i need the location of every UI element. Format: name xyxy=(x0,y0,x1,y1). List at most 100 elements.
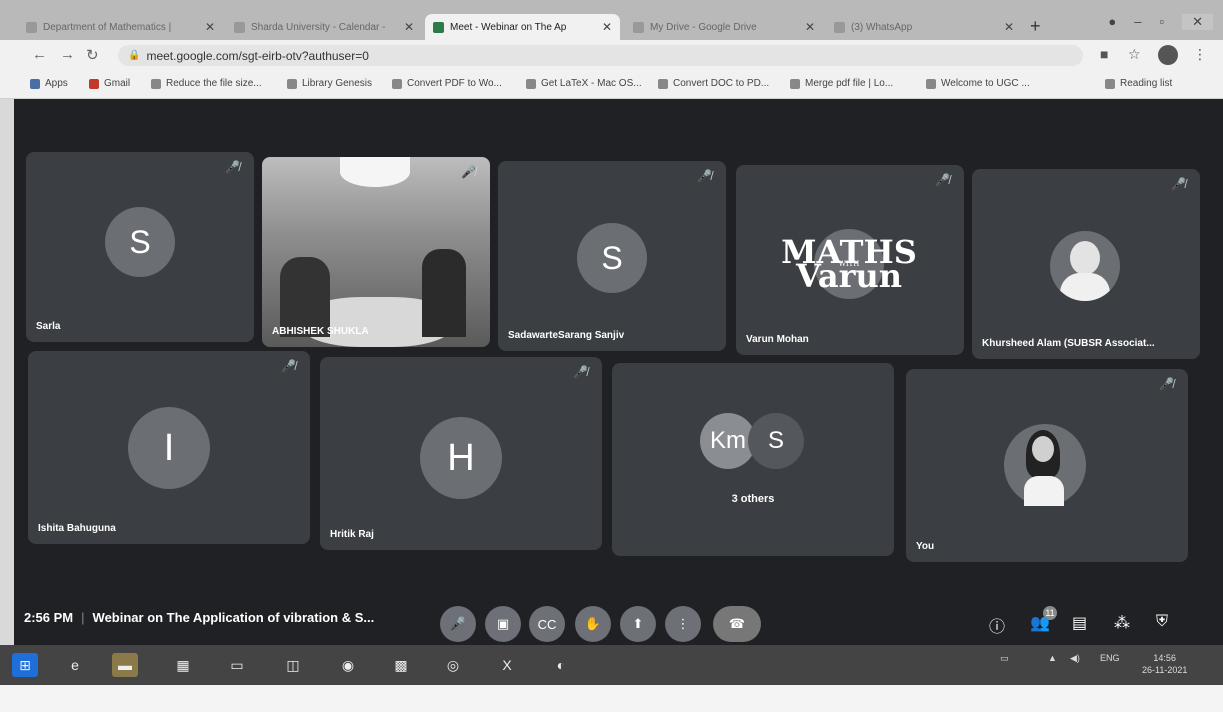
new-tab-button[interactable]: + xyxy=(1030,16,1041,37)
close-icon[interactable]: ✕ xyxy=(205,20,215,34)
activities-icon[interactable]: ⁂ xyxy=(1114,613,1130,633)
tray-keyboard-icon[interactable]: ▭ xyxy=(1000,653,1009,664)
participant-name: You xyxy=(916,541,935,552)
close-icon[interactable]: ✕ xyxy=(1004,20,1014,34)
taskbar-clock[interactable]: 14:56 26-11-2021 xyxy=(1142,652,1187,676)
address-bar[interactable]: 🔒 meet.google.com/sgt-eirb-otv?authuser=… xyxy=(118,45,1083,66)
reading-list-icon xyxy=(1105,78,1115,89)
tab-title: My Drive - Google Drive xyxy=(650,21,757,33)
bookmark-merge-pdf[interactable]: Merge pdf file | Lo... xyxy=(790,78,893,89)
window-close-icon[interactable]: ✕ xyxy=(1182,14,1213,30)
reload-icon[interactable]: ↻ xyxy=(86,46,99,64)
bookmark-label: Get LaTeX - Mac OS... xyxy=(541,78,642,89)
participant-tile[interactable]: 🎤̸ S Sarla xyxy=(26,152,254,342)
self-photo xyxy=(1004,424,1086,506)
chrome-icon[interactable]: ◎ xyxy=(440,653,466,677)
participant-tile[interactable]: 🎤̸ S SadawarteSarang Sanjiv xyxy=(498,161,726,351)
bookmark-icon xyxy=(526,78,536,89)
maximize-icon[interactable]: ▫ xyxy=(1159,14,1164,30)
tray-network-icon[interactable]: ▲ xyxy=(1048,653,1057,663)
lock-icon: 🔒 xyxy=(128,50,141,61)
captions-button[interactable]: CC xyxy=(529,606,565,642)
avatar: H xyxy=(420,417,502,499)
leave-call-button[interactable]: ☎ xyxy=(713,606,761,642)
raise-hand-button[interactable]: ✋ xyxy=(575,606,611,642)
profile-avatar[interactable] xyxy=(1158,45,1178,65)
internet-explorer-icon[interactable]: e xyxy=(62,653,88,677)
mic-off-icon: 🎤̸ xyxy=(573,365,588,379)
windows-start-icon[interactable]: ⊞ xyxy=(12,653,38,677)
participant-tile[interactable]: 🎤̸ I Ishita Bahuguna xyxy=(28,351,310,544)
maths-with-varun-logo: MATHS WITH Varun xyxy=(781,229,917,299)
bookmark-label: Convert DOC to PD... xyxy=(673,78,770,89)
bookmark-reading-list[interactable]: Reading list xyxy=(1105,78,1172,89)
people-icon[interactable]: 👥 xyxy=(1030,613,1050,633)
bookmark-convert-doc[interactable]: Convert DOC to PD... xyxy=(658,78,769,89)
participant-tile-video[interactable]: 🎤̸ ABHISHEK SHUKLA xyxy=(262,157,490,347)
video-person xyxy=(280,257,330,337)
more-options-button[interactable]: ⋮ xyxy=(665,606,701,642)
bookmark-icon xyxy=(392,78,402,89)
bookmark-gmail[interactable]: Gmail xyxy=(89,78,130,89)
mic-toggle-button[interactable]: 🎤 xyxy=(440,606,476,642)
logo-text: Varun xyxy=(796,257,903,295)
tab-whatsapp[interactable]: (3) WhatsApp ✕ xyxy=(826,14,1022,40)
participant-tile[interactable]: 🎤̸ H Hritik Raj xyxy=(320,357,602,550)
close-icon[interactable]: ✕ xyxy=(602,20,612,34)
bookmark-icon xyxy=(658,78,668,89)
tab-google-drive[interactable]: My Drive - Google Drive ✕ xyxy=(625,14,823,40)
tab-sharda-calendar[interactable]: Sharda University - Calendar - ✕ xyxy=(226,14,422,40)
firefox-icon[interactable]: ◉ xyxy=(335,653,361,677)
meeting-title[interactable]: Webinar on The Application of vibration … xyxy=(93,610,375,625)
avatar: S xyxy=(748,413,804,469)
mic-off-icon: 🎤̸ xyxy=(225,160,240,174)
bookmark-label: Reading list xyxy=(1120,78,1173,89)
star-icon[interactable]: ☆ xyxy=(1128,46,1141,63)
chat-icon[interactable]: ▤ xyxy=(1072,613,1087,633)
close-icon[interactable]: ✕ xyxy=(404,20,414,34)
participant-tile[interactable]: 🎤̸ Khursheed Alam (SUBSR Associat... xyxy=(972,169,1200,359)
meeting-details-icon[interactable]: ⓘ xyxy=(989,613,1005,637)
excel-icon[interactable]: X xyxy=(494,653,520,677)
bookmark-ugc[interactable]: Welcome to UGC ... xyxy=(926,78,1030,89)
tray-volume-icon[interactable]: ◀) xyxy=(1070,653,1080,664)
bookmark-latex[interactable]: Get LaTeX - Mac OS... xyxy=(526,78,642,89)
app-icon[interactable]: ◐ xyxy=(548,653,574,677)
language-indicator[interactable]: ENG xyxy=(1100,653,1120,663)
profile-photo xyxy=(1050,231,1120,301)
host-controls-icon[interactable]: ⛨ xyxy=(1156,613,1168,631)
avatar: I xyxy=(128,407,210,489)
camera-toggle-button[interactable]: ▣ xyxy=(485,606,521,642)
close-icon[interactable]: ✕ xyxy=(805,20,815,34)
bookmark-library-genesis[interactable]: Library Genesis xyxy=(287,78,372,89)
clock-time: 14:56 xyxy=(1153,653,1176,663)
forward-icon[interactable]: → xyxy=(60,46,75,63)
video-person xyxy=(422,249,466,337)
tab-meet[interactable]: Meet - Webinar on The Ap ✕ xyxy=(425,14,620,40)
participant-tile[interactable]: 🎤̸ MATHS WITH Varun Varun Mohan xyxy=(736,165,964,355)
bookmarks-bar: Apps Gmail Reduce the file size... Libra… xyxy=(0,70,1223,99)
profile-icon[interactable]: ● xyxy=(1108,14,1116,30)
gmail-icon xyxy=(89,78,99,89)
bookmark-icon xyxy=(287,78,297,89)
bookmark-apps[interactable]: Apps xyxy=(30,78,68,89)
menu-icon[interactable]: ⋮ xyxy=(1193,46,1207,63)
bookmark-convert-pdf[interactable]: Convert PDF to Wo... xyxy=(392,78,502,89)
camera-icon[interactable]: ■ xyxy=(1100,46,1108,62)
tab-department-of-mathematics[interactable]: Department of Mathematics | ✕ xyxy=(18,14,223,40)
others-avatars: Km S xyxy=(700,413,804,469)
bookmark-icon xyxy=(926,78,936,89)
computer-icon[interactable]: ▭ xyxy=(224,653,250,677)
group-tile[interactable]: Km S 3 others xyxy=(612,363,894,556)
publisher-icon[interactable]: ▩ xyxy=(388,653,414,677)
mic-off-icon: 🎤̸ xyxy=(697,169,712,183)
back-icon[interactable]: ← xyxy=(32,46,47,63)
minimize-icon[interactable]: – xyxy=(1134,14,1141,30)
file-explorer-icon[interactable]: ▬ xyxy=(112,653,138,677)
present-button[interactable]: ⬆ xyxy=(620,606,656,642)
participant-tile-self[interactable]: 🎤̸ You xyxy=(906,369,1188,562)
store-icon[interactable]: ▦ xyxy=(170,653,196,677)
app-icon[interactable]: ◫ xyxy=(280,653,306,677)
bookmark-reduce-file[interactable]: Reduce the file size... xyxy=(151,78,262,89)
mic-off-icon: 🎤̸ xyxy=(1159,377,1174,391)
